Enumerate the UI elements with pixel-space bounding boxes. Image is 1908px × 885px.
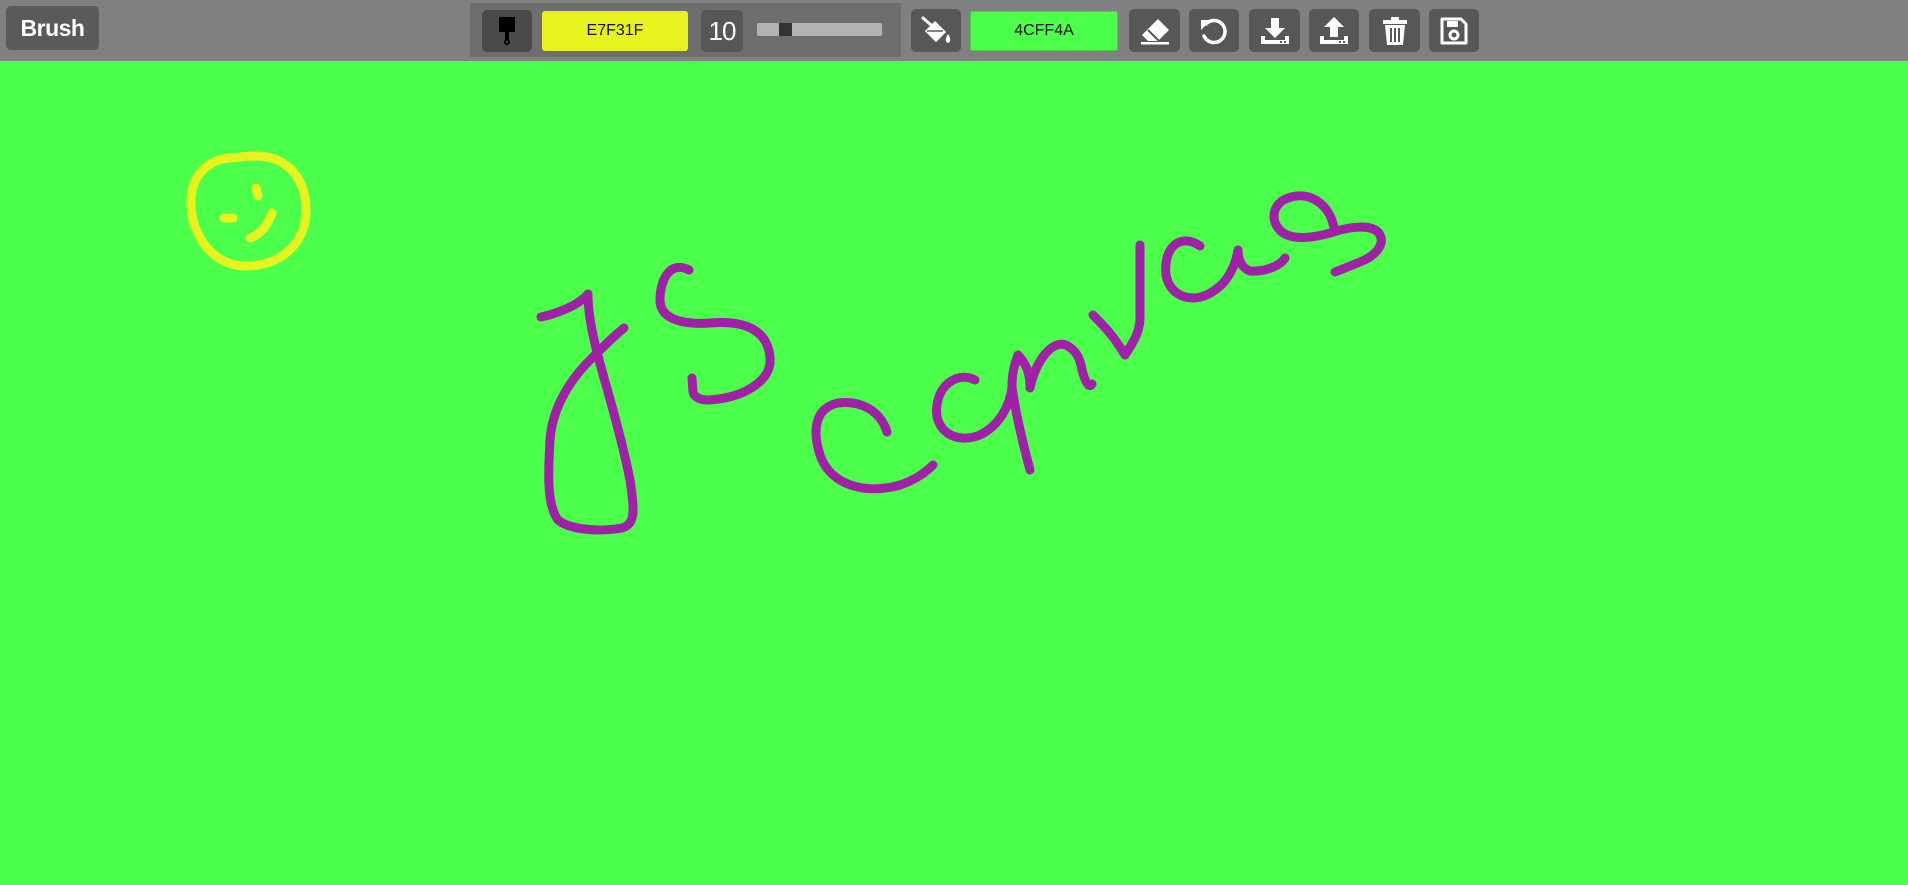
trash-icon: [1380, 15, 1410, 47]
brush-size-slider[interactable]: [757, 23, 882, 36]
clear-canvas-button[interactable]: [1369, 9, 1420, 52]
save-button[interactable]: [1429, 9, 1479, 52]
eraser-icon: [1138, 16, 1172, 46]
download-icon: [1258, 15, 1292, 47]
eraser-button[interactable]: [1129, 9, 1180, 52]
brush-size-value: 10: [701, 10, 743, 52]
upload-icon: [1317, 15, 1351, 47]
toolbar: Brush E7F31F 10 4CFF4A: [0, 0, 1908, 61]
paint-brush-icon: [494, 15, 520, 47]
fill-bucket-icon: [919, 15, 953, 47]
undo-button[interactable]: [1189, 9, 1239, 52]
background-color-picker[interactable]: 4CFF4A: [970, 11, 1118, 51]
download-button[interactable]: [1249, 9, 1300, 52]
save-icon: [1439, 16, 1469, 46]
undo-icon: [1198, 15, 1230, 47]
js-canvas-handwriting: [536, 191, 1386, 535]
active-tool-label[interactable]: Brush: [6, 6, 99, 50]
brush-size-slider-thumb[interactable]: [779, 23, 792, 36]
brush-color-picker[interactable]: E7F31F: [542, 11, 688, 51]
upload-button[interactable]: [1309, 9, 1359, 52]
smiley-drawing: [186, 151, 311, 271]
brush-button[interactable]: [482, 10, 532, 52]
drawing-canvas[interactable]: [0, 61, 1908, 885]
fill-bucket-button[interactable]: [911, 9, 961, 52]
